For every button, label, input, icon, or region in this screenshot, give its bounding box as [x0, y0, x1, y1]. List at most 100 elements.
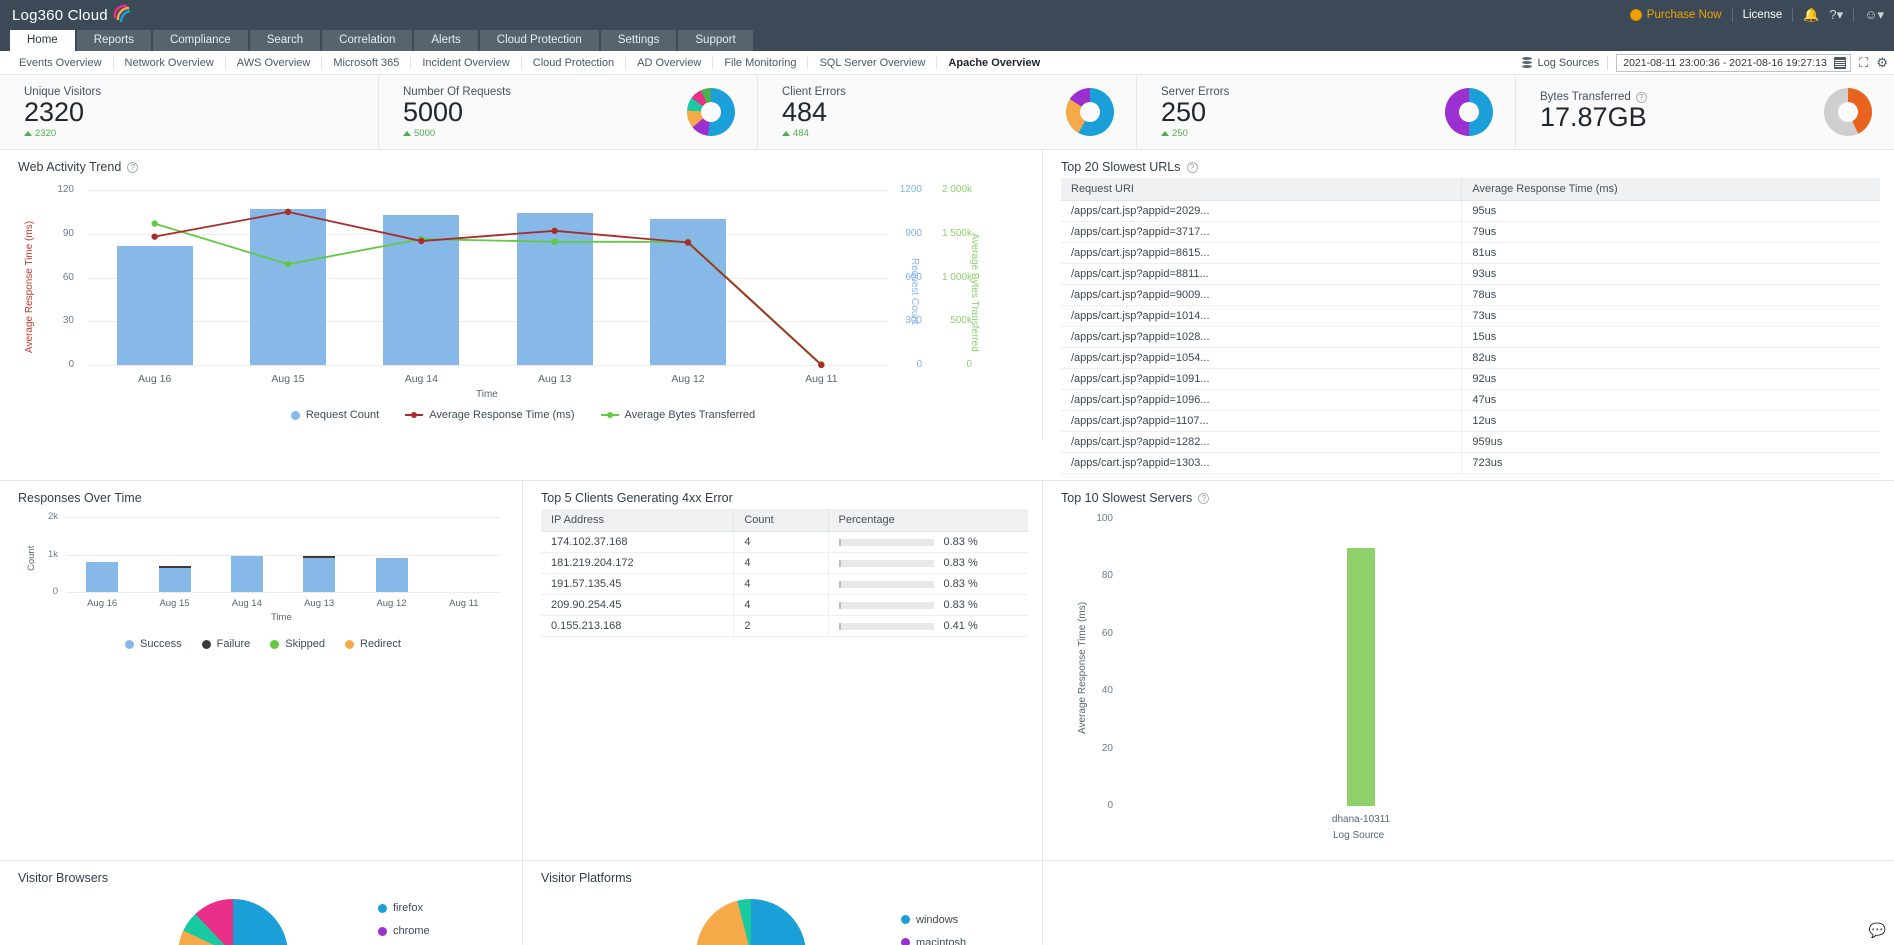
web-activity-legend-item[interactable]: Average Bytes Transferred: [601, 409, 756, 421]
table-row[interactable]: /apps/cart.jsp?appid=1028...15us: [1061, 327, 1880, 348]
sub-nav: Events OverviewNetwork OverviewAWS Overv…: [0, 51, 1894, 75]
subnav-item-ad-overview[interactable]: AD Overview: [626, 57, 713, 69]
nav-tab-home[interactable]: Home: [10, 30, 75, 51]
legend-dot: [378, 904, 387, 913]
web-activity-legend-item[interactable]: Request Count: [291, 409, 379, 421]
table-row[interactable]: /apps/cart.jsp?appid=8811...93us: [1061, 264, 1880, 285]
column-header[interactable]: Request URI: [1061, 178, 1462, 201]
pie-legend-item[interactable]: macintosh: [901, 937, 966, 945]
bar-success[interactable]: [303, 558, 335, 592]
date-range-picker[interactable]: 2021-08-11 23:00:36 - 2021-08-16 19:27:1…: [1616, 54, 1851, 72]
visitor-platforms-pie[interactable]: [696, 899, 806, 945]
bar-failure[interactable]: [303, 556, 335, 558]
nav-tab-alerts[interactable]: Alerts: [414, 30, 477, 51]
kpi-donut-chart[interactable]: [1445, 88, 1493, 136]
calendar-icon[interactable]: [1834, 57, 1846, 69]
bar-failure[interactable]: [159, 566, 191, 568]
nav-tab-correlation[interactable]: Correlation: [322, 30, 412, 51]
subnav-item-sql-server-overview[interactable]: SQL Server Overview: [808, 57, 937, 69]
subnav-item-cloud-protection[interactable]: Cloud Protection: [522, 57, 626, 69]
kpi-donut-chart[interactable]: [1066, 88, 1114, 136]
visitor-browsers-title: Visitor Browsers: [18, 871, 108, 885]
nav-tab-reports[interactable]: Reports: [77, 30, 151, 51]
nav-tab-compliance[interactable]: Compliance: [153, 30, 248, 51]
column-header[interactable]: IP Address: [541, 509, 734, 532]
license-link[interactable]: License: [1743, 9, 1783, 21]
table-row[interactable]: 174.102.37.16840.83 %: [541, 532, 1028, 553]
bar-success[interactable]: [86, 562, 118, 592]
bar-success[interactable]: [231, 556, 263, 592]
slowest-urls-title: Top 20 Slowest URLs: [1061, 160, 1181, 174]
column-header[interactable]: Percentage: [828, 509, 1028, 532]
user-icon[interactable]: ☺▾: [1864, 7, 1884, 23]
table-row[interactable]: /apps/cart.jsp?appid=3717...79us: [1061, 222, 1880, 243]
info-icon[interactable]: ?: [127, 162, 138, 173]
subnav-item-microsoft-365[interactable]: Microsoft 365: [322, 57, 411, 69]
table-cell: /apps/cart.jsp?appid=1303...: [1061, 453, 1462, 474]
bell-icon[interactable]: 🔔: [1803, 7, 1819, 23]
purchase-now-button[interactable]: Purchase Now: [1630, 9, 1722, 21]
subnav-item-file-monitoring[interactable]: File Monitoring: [713, 57, 808, 69]
column-header[interactable]: Average Response Time (ms): [1462, 178, 1880, 201]
visitor-browsers-legend: firefoxchromesafarimsieopera: [378, 902, 430, 945]
table-cell: 12us: [1462, 411, 1880, 432]
y-axis-tick: 40: [1085, 685, 1113, 696]
table-row[interactable]: /apps/cart.jsp?appid=1282...959us: [1061, 432, 1880, 453]
column-header[interactable]: Count: [734, 509, 828, 532]
table-row[interactable]: /apps/cart.jsp?appid=1054...82us: [1061, 348, 1880, 369]
subnav-item-apache-overview[interactable]: Apache Overview: [937, 57, 1051, 69]
subnav-item-events-overview[interactable]: Events Overview: [8, 57, 114, 69]
bar-success[interactable]: [159, 568, 191, 592]
table-row[interactable]: 181.219.204.17240.83 %: [541, 553, 1028, 574]
nav-tab-cloud-protection[interactable]: Cloud Protection: [480, 30, 599, 51]
pie-legend-item[interactable]: firefox: [378, 902, 430, 914]
bar-slowest-server[interactable]: [1347, 548, 1375, 806]
kpi-donut-chart[interactable]: [1824, 88, 1872, 136]
kpi-donut-chart[interactable]: [687, 88, 735, 136]
y-axis-title: Count: [26, 546, 37, 571]
pie-legend-item[interactable]: windows: [901, 914, 966, 926]
web-activity-trend-chart[interactable]: 00030300500k606001 000k909001 500k120120…: [18, 178, 1028, 403]
gridline: [66, 555, 500, 556]
fullscreen-icon[interactable]: ⛶: [1859, 55, 1868, 71]
slowest-servers-chart[interactable]: 020406080100dhana-10311Log SourceAverage…: [1061, 509, 1881, 854]
web-activity-trend-title: Web Activity Trend: [18, 160, 121, 174]
responses-over-time-chart[interactable]: 01k2kAug 16Aug 15Aug 14Aug 13Aug 12Aug 1…: [18, 511, 508, 616]
bar-success[interactable]: [376, 558, 408, 593]
table-row[interactable]: /apps/cart.jsp?appid=1014...73us: [1061, 306, 1880, 327]
log-sources-button[interactable]: Log Sources: [1522, 57, 1599, 69]
info-icon[interactable]: ?: [1187, 162, 1198, 173]
subnav-item-incident-overview[interactable]: Incident Overview: [411, 57, 521, 69]
table-cell: /apps/cart.jsp?appid=1054...: [1061, 348, 1462, 369]
table-row[interactable]: /apps/cart.jsp?appid=2029...95us: [1061, 201, 1880, 222]
table-row[interactable]: /apps/cart.jsp?appid=9009...78us: [1061, 285, 1880, 306]
responses-legend-item[interactable]: Redirect: [345, 638, 401, 650]
info-icon[interactable]: ?: [1198, 493, 1209, 504]
table-row[interactable]: 0.155.213.16820.41 %: [541, 616, 1028, 637]
brand-logo[interactable]: Log360 Cloud: [0, 4, 133, 26]
nav-tab-settings[interactable]: Settings: [601, 30, 677, 51]
responses-legend-item[interactable]: Skipped: [270, 638, 325, 650]
subnav-item-network-overview[interactable]: Network Overview: [114, 57, 226, 69]
nav-tab-search[interactable]: Search: [250, 30, 320, 51]
table-row[interactable]: 191.57.135.4540.83 %: [541, 574, 1028, 595]
table-row[interactable]: /apps/cart.jsp?appid=1096...47us: [1061, 390, 1880, 411]
table-row[interactable]: 209.90.254.4540.83 %: [541, 595, 1028, 616]
nav-tab-support[interactable]: Support: [678, 30, 752, 51]
visitor-browsers-pie[interactable]: [178, 899, 288, 945]
table-row[interactable]: /apps/cart.jsp?appid=1303...723us: [1061, 453, 1880, 474]
table-row[interactable]: /apps/cart.jsp?appid=1107...12us: [1061, 411, 1880, 432]
table-row[interactable]: /apps/cart.jsp?appid=8615...81us: [1061, 243, 1880, 264]
pie-legend-item[interactable]: chrome: [378, 925, 430, 937]
feedback-icon[interactable]: 💬: [1869, 922, 1886, 939]
table-row[interactable]: /apps/cart.jsp?appid=1091...92us: [1061, 369, 1880, 390]
table-cell: 959us: [1462, 432, 1880, 453]
help-icon[interactable]: ?▾: [1829, 7, 1843, 23]
responses-legend-item[interactable]: Failure: [202, 638, 251, 650]
web-activity-legend-item[interactable]: Average Response Time (ms): [405, 409, 574, 421]
gear-icon[interactable]: ⚙: [1876, 55, 1888, 71]
kpi-delta-value: 2320: [35, 128, 56, 139]
top-bar: Log360 Cloud Purchase Now License 🔔 ?▾ ☺…: [0, 0, 1894, 30]
responses-legend-item[interactable]: Success: [125, 638, 182, 650]
subnav-item-aws-overview[interactable]: AWS Overview: [226, 57, 323, 69]
